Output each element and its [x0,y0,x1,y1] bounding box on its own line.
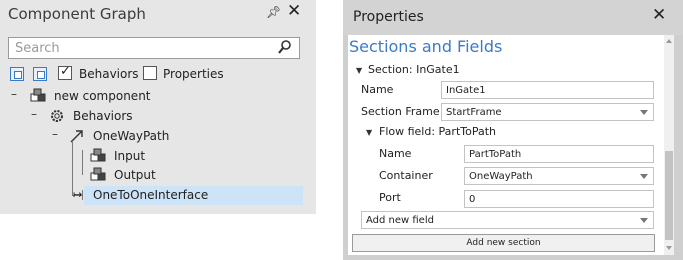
chevron-down-icon [640,110,648,115]
component-icon [90,167,106,181]
flow-name-label: Name [379,147,412,160]
component-graph-panel: Component Graph 📌︎ ✕ Search Behaviors Pr… [0,0,316,214]
close-icon[interactable]: ✕ [652,5,666,25]
panel-title: Properties [353,9,424,25]
properties-checkbox[interactable] [143,66,157,80]
add-field-label: Add new field [366,215,434,226]
collapse-all-icon[interactable] [10,67,24,81]
collapse-triangle-icon[interactable]: ▼ [356,66,362,75]
section-frame-select[interactable]: StartFrame [441,103,654,121]
expand-all-icon[interactable] [33,67,47,81]
collapse-toggle[interactable]: – [31,107,37,121]
scrollbar-thumb[interactable] [665,151,673,240]
scroll-down-icon[interactable] [666,246,672,250]
port-field[interactable]: 0 [464,190,654,208]
properties-body: Sections and Fields ▼ Section: InGate1 N… [348,35,674,255]
properties-checkbox-label: Properties [163,67,224,81]
pin-icon[interactable]: 📌︎ [266,5,281,19]
search-icon[interactable] [278,40,291,54]
flow-name-field[interactable]: PartToPath [464,145,654,163]
collapse-triangle-icon[interactable]: ▼ [366,128,372,137]
collapse-toggle[interactable]: – [52,127,58,141]
section-heading: Sections and Fields [349,37,503,56]
search-input[interactable]: Search [8,37,300,59]
search-placeholder: Search [15,41,60,56]
container-value: OneWayPath [469,171,533,182]
collapse-toggle[interactable]: – [11,87,17,101]
section-frame-label: Section Frame [361,105,440,118]
close-icon[interactable]: ✕ [287,1,301,21]
section-header[interactable]: Section: InGate1 [368,63,460,76]
flow-field-header[interactable]: Flow field: PartToPath [379,125,496,138]
scroll-up-icon[interactable] [666,39,672,43]
tree-item-input[interactable]: Input [114,149,145,163]
interface-arrow-icon: ↦ [73,188,83,201]
properties-header: Properties ✕ [343,0,683,35]
tree-item-root[interactable]: new component [54,89,151,103]
gear-icon [51,110,63,122]
path-arrow-icon [70,130,83,143]
tree-item-behaviors[interactable]: Behaviors [73,109,133,123]
behaviors-checkbox-label: Behaviors [79,67,139,81]
tree-item-output[interactable]: Output [114,168,156,182]
panel-title: Component Graph [8,5,146,23]
name-label: Name [361,83,394,96]
container-label: Container [379,169,433,182]
tree-item-interface[interactable]: OneToOneInterface [93,188,208,202]
chevron-down-icon [640,174,648,179]
tree-item-path[interactable]: OneWayPath [93,129,169,143]
section-name-field[interactable]: InGate1 [441,81,654,99]
component-icon [90,148,106,162]
component-icon [30,88,46,102]
port-label: Port [379,191,401,204]
add-section-button[interactable]: Add new section [352,234,655,252]
behaviors-checkbox[interactable] [58,64,72,80]
tree-line [82,150,83,175]
chevron-down-icon [640,218,648,223]
vertical-scrollbar[interactable] [664,35,674,255]
properties-panel: Properties ✕ Sections and Fields ▼ Secti… [343,0,683,260]
container-select[interactable]: OneWayPath [464,167,654,185]
add-field-select[interactable]: Add new field [361,211,654,229]
section-frame-value: StartFrame [446,107,502,118]
